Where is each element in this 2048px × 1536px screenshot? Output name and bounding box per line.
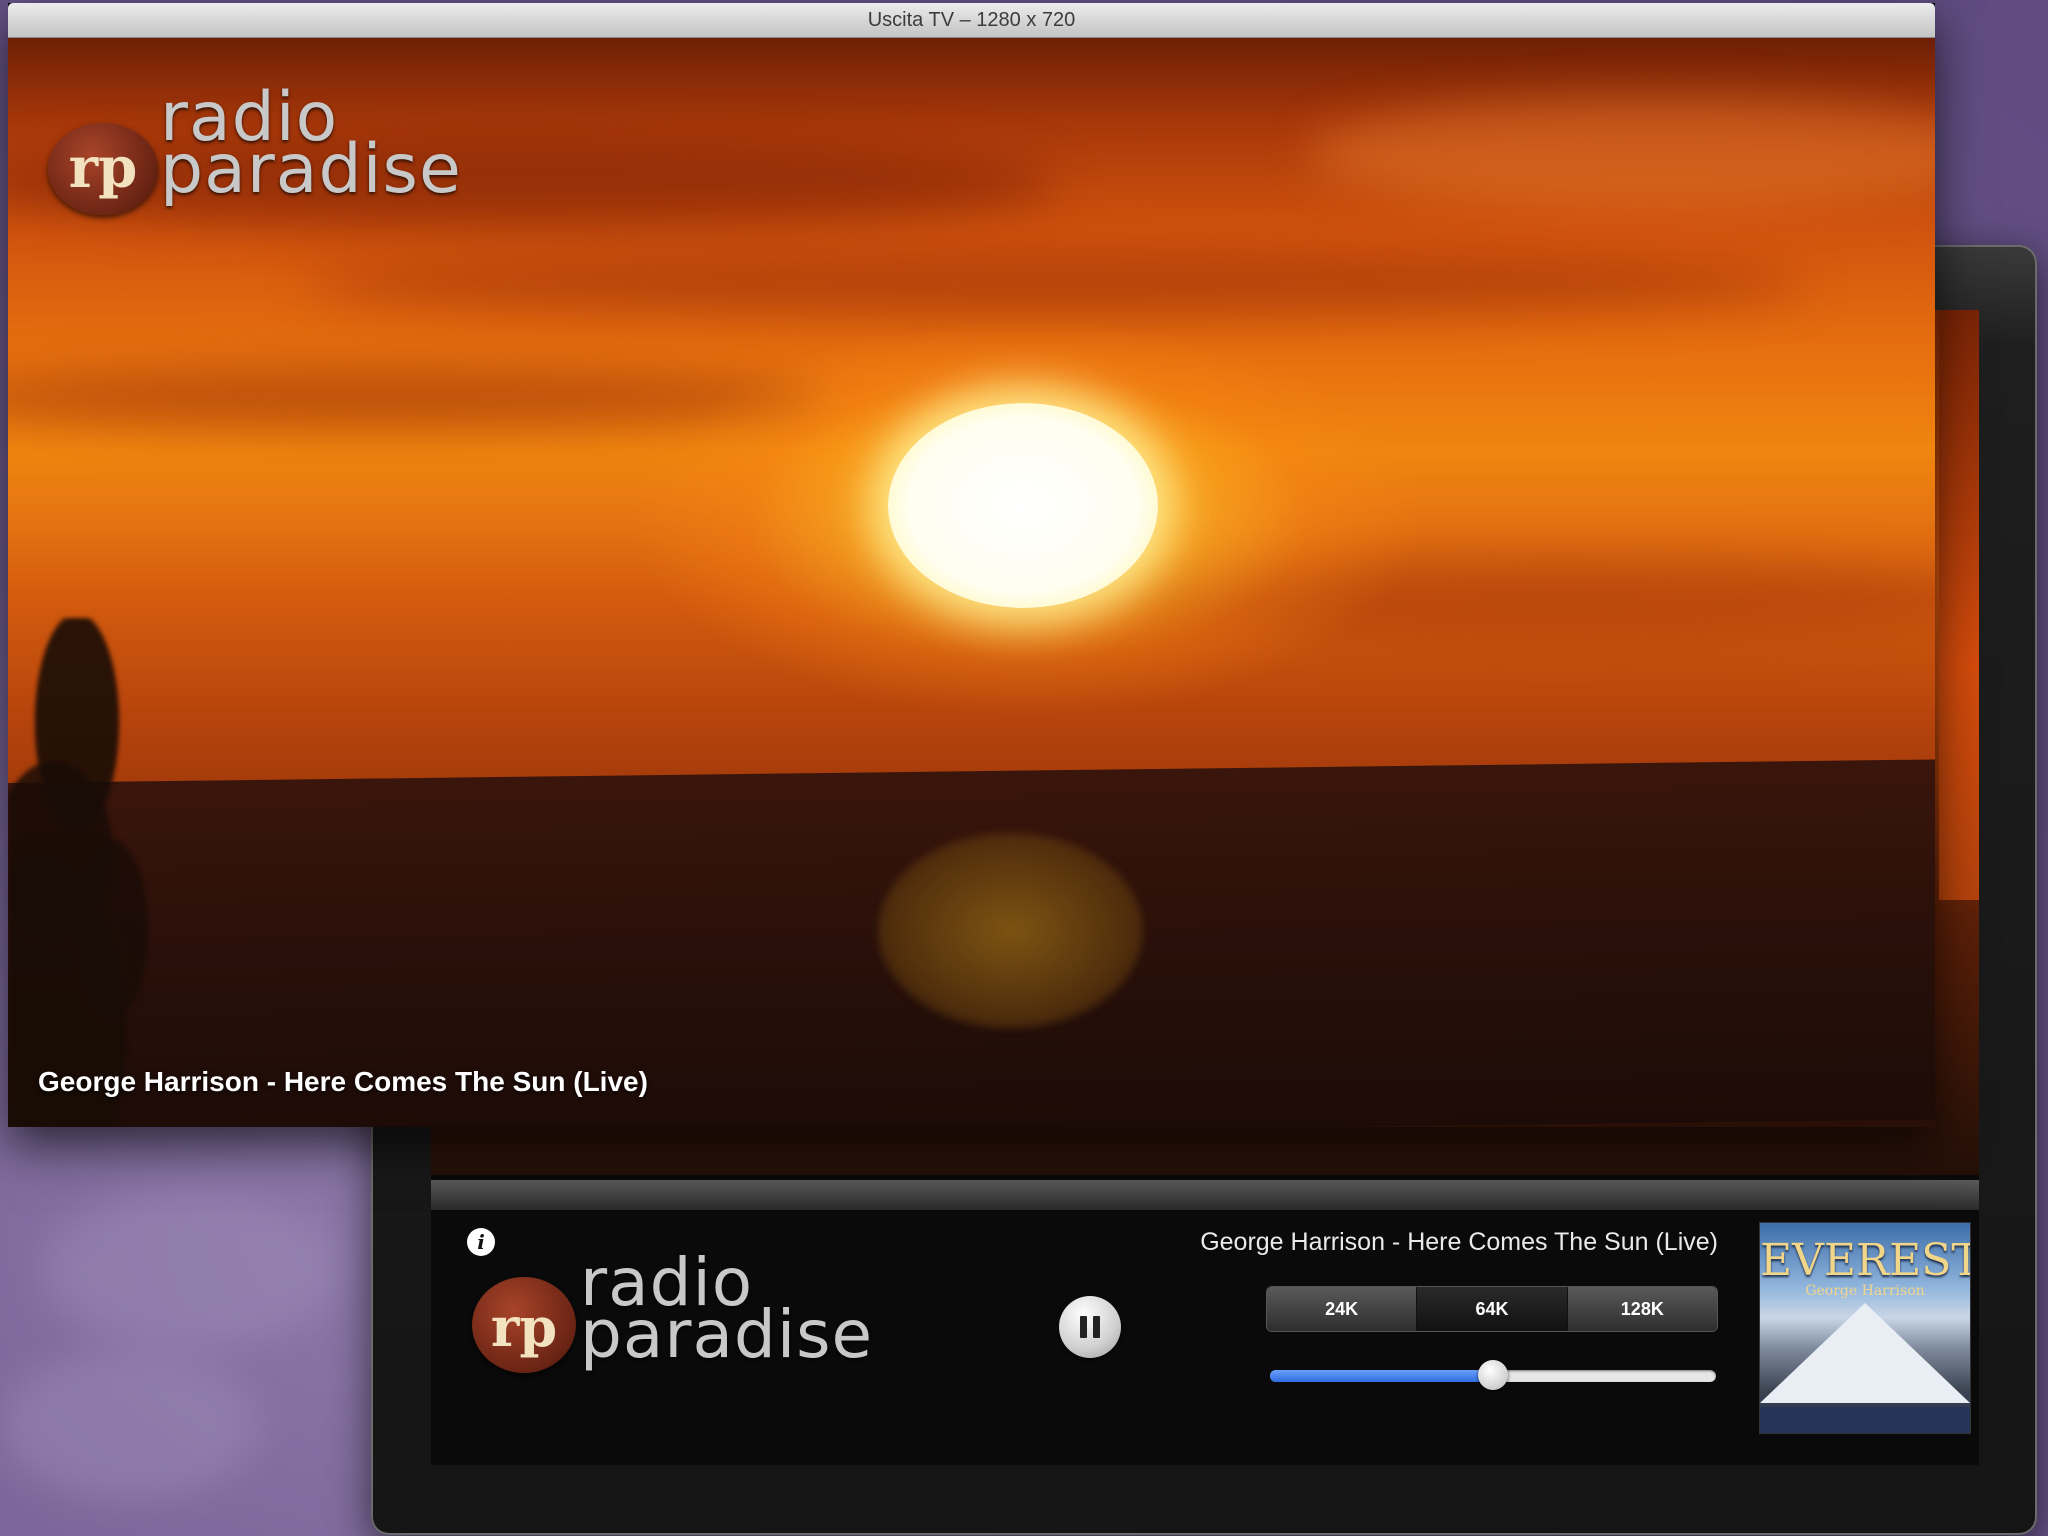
- album-mountain: [1760, 1303, 1970, 1403]
- sun: [888, 403, 1158, 608]
- quality-selector[interactable]: 24K 64K 128K: [1267, 1287, 1717, 1331]
- window-title[interactable]: Uscita TV – 1280 x 720: [8, 3, 1935, 38]
- quality-option-128k[interactable]: 128K: [1567, 1287, 1717, 1331]
- tv-output-window: Uscita TV – 1280 x 720 rp radio paradise…: [8, 3, 1935, 1127]
- album-subtitle: George Harrison: [1805, 1283, 1925, 1299]
- player-divider: [431, 1180, 1979, 1210]
- tv-logo: rp radio paradise: [48, 68, 518, 218]
- tv-screen: rp radio paradise George Harrison - Here…: [8, 38, 1935, 1127]
- cloud-band: [1308, 98, 1935, 208]
- sun-reflection: [878, 833, 1143, 1028]
- tree-silhouette: [8, 618, 238, 1127]
- now-playing-caption: George Harrison - Here Comes The Sun (Li…: [38, 1066, 648, 1097]
- logo-word-paradise: paradise: [160, 130, 462, 209]
- volume-fill: [1270, 1370, 1493, 1382]
- quality-option-24k[interactable]: 24K: [1267, 1287, 1418, 1331]
- video-edge: [1939, 310, 1979, 900]
- album-title: EVEREST: [1760, 1235, 1970, 1286]
- player-track-title: George Harrison - Here Comes The Sun (Li…: [1200, 1228, 1718, 1256]
- volume-knob[interactable]: [1478, 1360, 1508, 1390]
- album-art: EVEREST George Harrison: [1760, 1223, 1970, 1433]
- album-band: [1760, 1407, 1970, 1433]
- logo-word-paradise: paradise: [580, 1296, 874, 1373]
- desktop-streak: [40, 1190, 340, 1350]
- player-logo: rp radio paradise: [472, 1250, 932, 1385]
- pause-button[interactable]: [1059, 1296, 1121, 1358]
- quality-option-64k[interactable]: 64K: [1417, 1287, 1568, 1331]
- desktop-streak: [0, 1350, 260, 1500]
- cloud-band: [308, 248, 1808, 318]
- rp-badge-icon: rp: [48, 123, 158, 215]
- rp-badge-icon: rp: [472, 1277, 576, 1373]
- volume-slider[interactable]: [1270, 1360, 1716, 1390]
- info-icon[interactable]: i: [467, 1228, 495, 1256]
